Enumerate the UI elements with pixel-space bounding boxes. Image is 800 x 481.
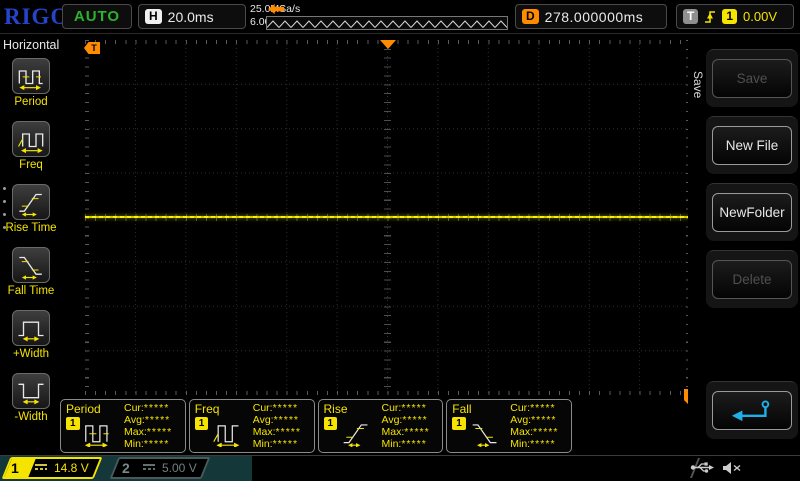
measurement-panel-freq: Freq 1 Cur:***** Avg:***** Max:***** Min… — [188, 399, 315, 453]
softkey-slot: New File — [706, 116, 798, 174]
minus-width-icon — [18, 383, 44, 405]
measure-item-plus-width[interactable]: +Width — [0, 310, 62, 360]
run-status-indicator: AUTO — [62, 4, 132, 29]
trigger-level-value: 0.00V — [743, 9, 778, 24]
measure-item-fall-time[interactable]: Fall Time — [0, 247, 62, 297]
measurement-panel-rise: Rise 1 Cur:***** Avg:***** Max:***** Min… — [317, 399, 444, 453]
run-status-label: AUTO — [73, 8, 121, 25]
trigger-info-box[interactable]: T 1 0.00V — [676, 4, 794, 29]
channel-badge: 1 — [66, 417, 80, 430]
save-button: Save — [712, 59, 792, 98]
channel2-scale: 5.00 V — [162, 461, 197, 475]
period-icon — [84, 425, 109, 447]
measure-item-minus-width[interactable]: -Width — [0, 373, 62, 423]
dc-coupling-icon — [35, 464, 47, 470]
rise-time-icon — [343, 424, 368, 447]
measure-item-period[interactable]: Period — [0, 58, 62, 108]
softkey-slot: Save — [706, 49, 798, 107]
return-arrow-icon — [731, 399, 770, 421]
channel1-trace — [85, 216, 690, 218]
waveform-display: T T — [84, 40, 698, 407]
horizontal-badge: H — [145, 9, 162, 24]
plus-width-icon — [18, 321, 44, 342]
preview-waveform-icon — [267, 18, 507, 30]
new-folder-button[interactable]: NewFolder — [712, 193, 792, 232]
menu-page-dots — [3, 187, 6, 239]
softkey-slot — [706, 381, 798, 439]
period-icon — [18, 70, 43, 91]
measure-menu-title: Horizontal — [3, 38, 60, 52]
new-file-button[interactable]: New File — [712, 126, 792, 165]
measure-item-freq[interactable]: Freq — [0, 121, 62, 171]
waveform-preview — [266, 16, 508, 30]
timebase-value: 20.0ms — [167, 8, 214, 25]
softkey-slot: NewFolder — [706, 183, 798, 241]
rise-time-icon — [19, 193, 42, 217]
save-menu-tab: Save — [691, 71, 705, 99]
measurement-panel-fall: Fall 1 Cur:***** Avg:***** Max:***** Min… — [446, 399, 572, 453]
fall-time-icon — [472, 424, 497, 447]
trigger-source-badge: 1 — [722, 9, 738, 24]
back-button[interactable] — [712, 391, 792, 430]
channel-status-bar: 1 14.8 V 2 5.00 V — [0, 455, 800, 481]
fall-time-icon — [19, 256, 42, 280]
trigger-badge: T — [683, 9, 699, 24]
top-status-bar: RIGOL AUTO H 20.0ms 25.0MSa/s 6.00M pts … — [0, 0, 800, 34]
channel1-status[interactable]: 1 14.8 V — [1, 457, 103, 479]
measure-item-rise-time[interactable]: Rise Time — [0, 184, 62, 234]
measurement-results: Period 1 Cur:***** Avg:***** Max:***** M… — [60, 399, 572, 453]
channel-badge: 1 — [323, 417, 338, 430]
measurement-panel-period: Period 1 Cur:***** Avg:***** Max:***** M… — [60, 399, 186, 453]
freq-icon — [213, 425, 240, 447]
save-menu: Save Save New File NewFolder Delete — [688, 35, 800, 455]
freq-icon — [17, 133, 44, 154]
channel-badge: 1 — [452, 417, 466, 430]
speaker-muted-icon — [723, 462, 741, 474]
trigger-position-marker-icon[interactable] — [380, 40, 396, 49]
delay-value: 278.000000ms — [544, 8, 644, 25]
measure-menu: Horizontal Period Freq Rise Time Fall Ti… — [0, 35, 62, 455]
softkey-slot: Delete — [706, 250, 798, 308]
channel2-status[interactable]: 2 5.00 V — [109, 457, 211, 479]
trigger-delay-box[interactable]: D 278.000000ms — [515, 4, 667, 29]
horizontal-timebase-box[interactable]: H 20.0ms — [138, 4, 246, 29]
trigger-slope-icon — [705, 10, 716, 23]
channel1-scale: 14.8 V — [54, 461, 89, 475]
delay-badge: D — [522, 9, 539, 24]
delete-button: Delete — [712, 260, 792, 299]
channel-badge: 1 — [194, 417, 209, 430]
dc-coupling-icon — [143, 464, 155, 470]
usb-icon — [690, 462, 714, 473]
